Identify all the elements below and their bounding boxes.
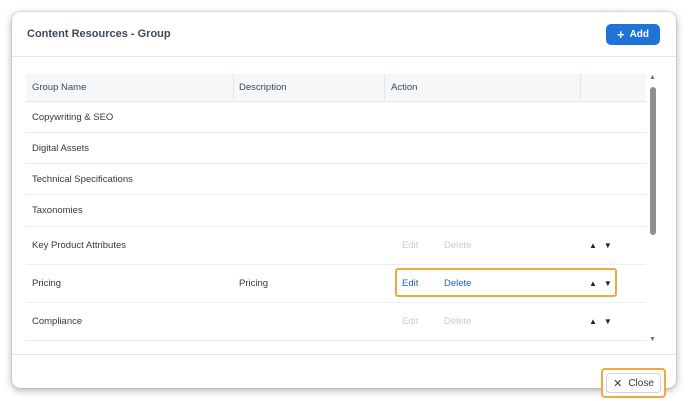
table-row: Technical Specifications: [26, 164, 646, 195]
scroll-up-icon[interactable]: ▲: [649, 74, 656, 81]
table-row-selected: Pricing Pricing Edit Delete ▲ ▼: [26, 265, 646, 303]
dialog-title: Content Resources - Group: [27, 28, 171, 40]
table-row: Key Product Attributes Edit Delete ▲ ▼: [26, 227, 646, 265]
delete-link[interactable]: Delete: [444, 303, 471, 340]
edit-link[interactable]: Edit: [402, 227, 418, 264]
header-description: Description: [233, 74, 385, 102]
vertical-scrollbar[interactable]: ▲ ▼: [648, 74, 658, 352]
content-resources-group-dialog: Content Resources - Group + Add Group Na…: [12, 12, 676, 398]
add-button-label: Add: [629, 29, 650, 40]
edit-link[interactable]: Edit: [402, 303, 418, 340]
row-action-highlight: [395, 268, 617, 297]
reorder-arrows: ▲ ▼: [589, 265, 612, 302]
reorder-arrows: ▲ ▼: [589, 303, 612, 340]
table-row: Taxonomies: [26, 195, 646, 227]
dialog-header: Content Resources - Group + Add: [12, 12, 676, 57]
move-up-icon[interactable]: ▲: [589, 317, 597, 326]
group-name-cell: Digital Assets: [32, 142, 90, 154]
header-group-name: Group Name: [26, 74, 234, 102]
move-up-icon[interactable]: ▲: [589, 279, 597, 288]
group-name-cell: Copywriting & SEO: [32, 111, 114, 123]
edit-link[interactable]: Edit: [402, 265, 418, 302]
group-name-cell: Taxonomies: [32, 205, 83, 216]
close-button-label: Close: [628, 377, 654, 389]
group-table: Group Name Description Action Copywritin…: [26, 74, 646, 352]
group-name-cell: Key Product Attributes: [32, 240, 126, 251]
move-down-icon[interactable]: ▼: [604, 241, 612, 250]
group-name-cell: Pricing: [32, 278, 62, 289]
dialog-footer: ✕ Close: [12, 354, 676, 398]
group-name-cell: Compliance: [32, 316, 83, 327]
delete-link[interactable]: Delete: [444, 227, 471, 264]
scroll-down-icon[interactable]: ▼: [649, 336, 656, 343]
delete-link[interactable]: Delete: [444, 265, 471, 302]
move-down-icon[interactable]: ▼: [604, 317, 612, 326]
header-action: Action: [385, 74, 581, 102]
plus-icon: +: [616, 27, 625, 42]
table-row: Digital Assets: [26, 133, 646, 164]
reorder-arrows: ▲ ▼: [589, 227, 612, 264]
table-row: Copywriting & SEO: [26, 102, 646, 133]
close-button[interactable]: ✕ Close: [606, 373, 661, 393]
close-icon: ✕: [613, 377, 623, 390]
description-cell: Pricing: [239, 278, 269, 289]
table-row: Compliance Edit Delete ▲ ▼: [26, 303, 646, 341]
move-up-icon[interactable]: ▲: [589, 241, 597, 250]
scrollbar-thumb[interactable]: [650, 87, 656, 235]
group-name-cell: Technical Specifications: [32, 173, 133, 185]
move-down-icon[interactable]: ▼: [604, 279, 612, 288]
add-button[interactable]: + Add: [606, 24, 660, 45]
table-header: Group Name Description Action: [26, 74, 646, 102]
close-button-highlight: ✕ Close: [601, 368, 666, 398]
